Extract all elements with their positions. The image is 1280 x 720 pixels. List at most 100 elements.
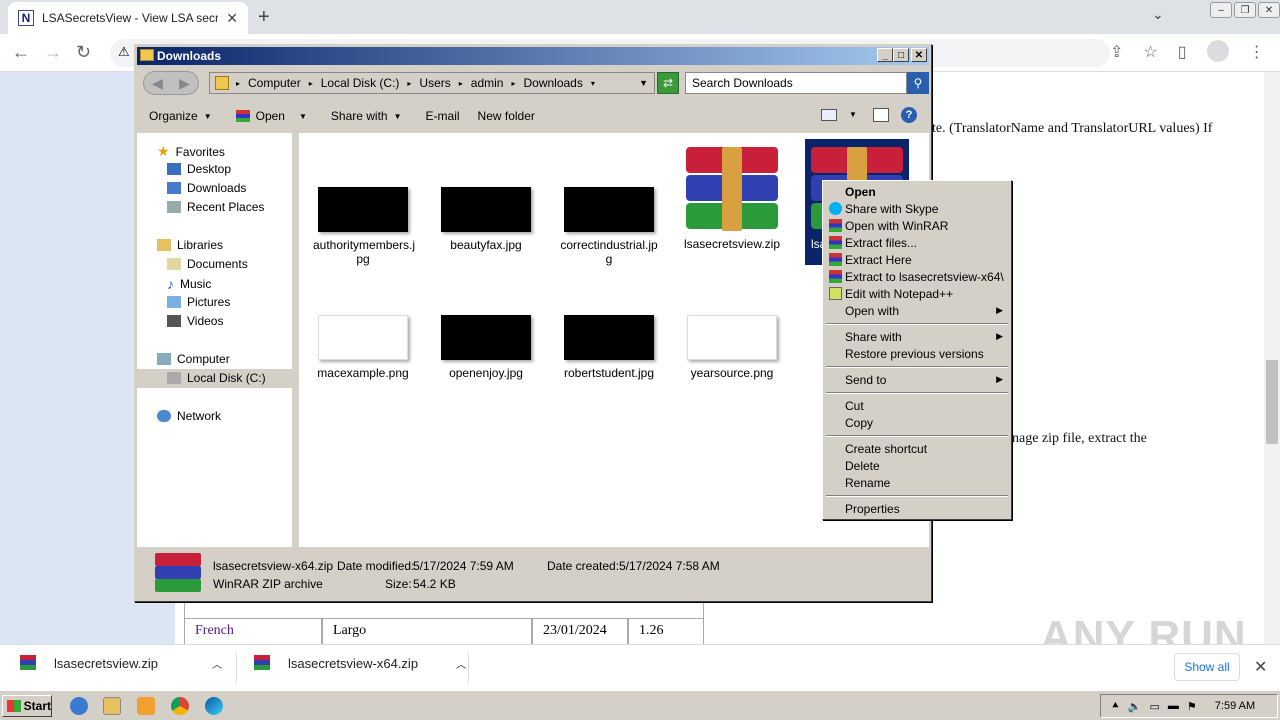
menu-rename[interactable]: Rename bbox=[825, 474, 1009, 491]
new-folder-button[interactable]: New folder bbox=[472, 109, 547, 123]
scrollbar-thumb[interactable] bbox=[1266, 360, 1278, 444]
back-icon[interactable]: ← bbox=[12, 42, 30, 63]
view-options-icon[interactable] bbox=[821, 109, 837, 121]
breadcrumb-downloads[interactable]: Downloads bbox=[523, 76, 582, 90]
edge-icon[interactable] bbox=[205, 697, 223, 715]
back-arrow-icon[interactable]: ◀ bbox=[152, 75, 163, 92]
menu-open[interactable]: Open bbox=[825, 183, 1009, 200]
media-player-icon[interactable] bbox=[137, 697, 155, 715]
tray-audio-icon[interactable]: 🔈 bbox=[1128, 700, 1142, 713]
share-with-button[interactable]: Share with ▼ bbox=[319, 109, 414, 123]
file-beautyfax[interactable]: beautyfax.jpg bbox=[436, 187, 536, 252]
tray-network-icon[interactable]: ▭ bbox=[1150, 700, 1160, 713]
menu-copy[interactable]: Copy bbox=[825, 414, 1009, 431]
explorer-maximize-button[interactable]: □ bbox=[893, 48, 909, 62]
file-robertstudent[interactable]: robertstudent.jpg bbox=[559, 315, 659, 380]
menu-cut[interactable]: Cut bbox=[825, 397, 1009, 414]
menu-share-with[interactable]: Share with ▶ bbox=[825, 328, 1009, 345]
nav-recent-places[interactable]: Recent Places bbox=[167, 200, 264, 214]
menu-edit-notepad[interactable]: Edit with Notepad++ bbox=[825, 285, 1009, 302]
forward-icon[interactable]: → bbox=[44, 42, 62, 63]
search-icon[interactable]: ⚲ bbox=[907, 72, 929, 94]
help-icon[interactable]: ? bbox=[901, 107, 917, 123]
browser-tab[interactable]: N LSASecretsView - View LSA secrets s ✕ bbox=[8, 2, 248, 34]
warning-icon: ⚠ bbox=[118, 44, 130, 59]
menu-extract-files[interactable]: Extract files... bbox=[825, 234, 1009, 251]
file-openenjoy[interactable]: openenjoy.jpg bbox=[436, 315, 536, 380]
explorer-taskbar-icon[interactable] bbox=[103, 697, 121, 715]
breadcrumb-computer[interactable]: Computer bbox=[248, 76, 301, 90]
close-tab-icon[interactable]: ✕ bbox=[226, 10, 238, 27]
reload-icon[interactable]: ↻ bbox=[76, 42, 91, 63]
tray-battery-icon[interactable]: ▬ bbox=[1168, 700, 1179, 712]
file-lsasecretsview-zip[interactable]: lsasecretsview.zip bbox=[682, 147, 782, 251]
new-tab-icon[interactable]: + bbox=[258, 6, 270, 29]
page-scrollbar[interactable] bbox=[1264, 72, 1280, 644]
minimize-icon[interactable]: – bbox=[1210, 2, 1232, 18]
profile-icon[interactable] bbox=[1206, 40, 1229, 62]
menu-delete[interactable]: Delete bbox=[825, 457, 1009, 474]
menu-create-shortcut[interactable]: Create shortcut bbox=[825, 440, 1009, 457]
chevron-up-icon[interactable]: ︿ bbox=[212, 656, 222, 671]
download-item-1[interactable]: lsasecretsview.zip ︿ bbox=[20, 655, 222, 671]
bookmark-star-icon[interactable]: ☆ bbox=[1143, 42, 1157, 62]
address-dropdown-icon[interactable]: ▼ bbox=[639, 78, 648, 88]
menu-properties[interactable]: Properties bbox=[825, 500, 1009, 517]
open-button[interactable]: Open ▼ bbox=[224, 109, 319, 123]
side-panel-icon[interactable]: ▯ bbox=[1178, 42, 1187, 62]
file-correctindustrial[interactable]: correctindustrial.jp g bbox=[559, 187, 659, 266]
nav-documents[interactable]: Documents bbox=[167, 257, 248, 271]
close-shelf-icon[interactable]: ✕ bbox=[1254, 657, 1267, 677]
breadcrumb-local-disk[interactable]: Local Disk (C:) bbox=[321, 76, 400, 90]
search-input[interactable]: Search Downloads bbox=[685, 72, 907, 94]
tray-flag-icon[interactable]: ⚑ bbox=[1187, 700, 1197, 713]
preview-pane-icon[interactable] bbox=[873, 108, 889, 122]
tray-arrow-icon[interactable]: ⯅ bbox=[1111, 700, 1120, 713]
menu-share-skype[interactable]: Share with Skype bbox=[825, 200, 1009, 217]
start-button[interactable]: Start bbox=[2, 695, 52, 717]
nav-local-disk[interactable]: Local Disk (C:) bbox=[167, 371, 266, 385]
back-forward-buttons[interactable]: ◀ ▶ bbox=[143, 71, 199, 95]
nav-computer[interactable]: Computer bbox=[157, 352, 230, 366]
explorer-minimize-button[interactable]: _ bbox=[877, 48, 893, 62]
share-icon[interactable]: ⇪ bbox=[1110, 42, 1123, 62]
organize-button[interactable]: Organize ▼ bbox=[137, 109, 224, 123]
nav-pictures[interactable]: Pictures bbox=[167, 295, 230, 309]
nav-network[interactable]: Network bbox=[157, 409, 221, 423]
show-all-button[interactable]: Show all bbox=[1174, 653, 1240, 681]
menu-open-winrar[interactable]: Open with WinRAR bbox=[825, 217, 1009, 234]
menu-extract-here[interactable]: Extract Here bbox=[825, 251, 1009, 268]
menu-open-with[interactable]: Open with ▶ bbox=[825, 302, 1009, 319]
breadcrumb[interactable]: ▸ Computer ▸ Local Disk (C:) ▸ Users ▸ admin… bbox=[209, 72, 655, 94]
refresh-icon[interactable]: ⇄ bbox=[657, 72, 679, 94]
breadcrumb-users[interactable]: Users bbox=[419, 76, 450, 90]
nav-videos[interactable]: Videos bbox=[167, 314, 223, 328]
forward-arrow-icon[interactable]: ▶ bbox=[179, 75, 190, 92]
download-item-2[interactable]: lsasecretsview-x64.zip ︿ bbox=[254, 655, 466, 671]
email-button[interactable]: E-mail bbox=[414, 109, 472, 123]
menu-send-to[interactable]: Send to ▶ bbox=[825, 371, 1009, 388]
menu-extract-to[interactable]: Extract to lsasecretsview-x64\ bbox=[825, 268, 1009, 285]
restore-icon[interactable]: ❐ bbox=[1234, 2, 1256, 18]
menu-restore-versions[interactable]: Restore previous versions bbox=[825, 345, 1009, 362]
nav-desktop[interactable]: Desktop bbox=[167, 162, 231, 176]
nav-music[interactable]: ♪ Music bbox=[167, 276, 211, 292]
nav-favorites[interactable]: ★ Favorites bbox=[157, 143, 225, 160]
nav-libraries[interactable]: Libraries bbox=[157, 238, 223, 252]
window-controls: – ❐ ✕ bbox=[1210, 0, 1280, 22]
close-window-icon[interactable]: ✕ bbox=[1258, 2, 1280, 18]
chrome-icon[interactable] bbox=[171, 697, 189, 715]
ie-icon[interactable] bbox=[70, 697, 88, 715]
chevron-up-icon[interactable]: ︿ bbox=[456, 656, 466, 671]
file-macexample[interactable]: macexample.png bbox=[313, 315, 413, 380]
tab-search-chevron-icon[interactable]: ⌄ bbox=[1152, 6, 1164, 23]
menu-icon[interactable]: ⋮ bbox=[1249, 42, 1265, 62]
nav-downloads[interactable]: Downloads bbox=[167, 181, 246, 195]
breadcrumb-admin[interactable]: admin bbox=[471, 76, 504, 90]
view-dropdown-icon[interactable]: ▼ bbox=[849, 110, 857, 119]
explorer-close-button[interactable]: ✕ bbox=[911, 48, 927, 62]
file-yearsource[interactable]: yearsource.png bbox=[682, 315, 782, 380]
file-authoritymembers[interactable]: authoritymembers.j pg bbox=[313, 187, 415, 266]
clock[interactable]: 7:59 AM bbox=[1215, 700, 1255, 712]
explorer-titlebar[interactable]: Downloads bbox=[137, 47, 929, 65]
